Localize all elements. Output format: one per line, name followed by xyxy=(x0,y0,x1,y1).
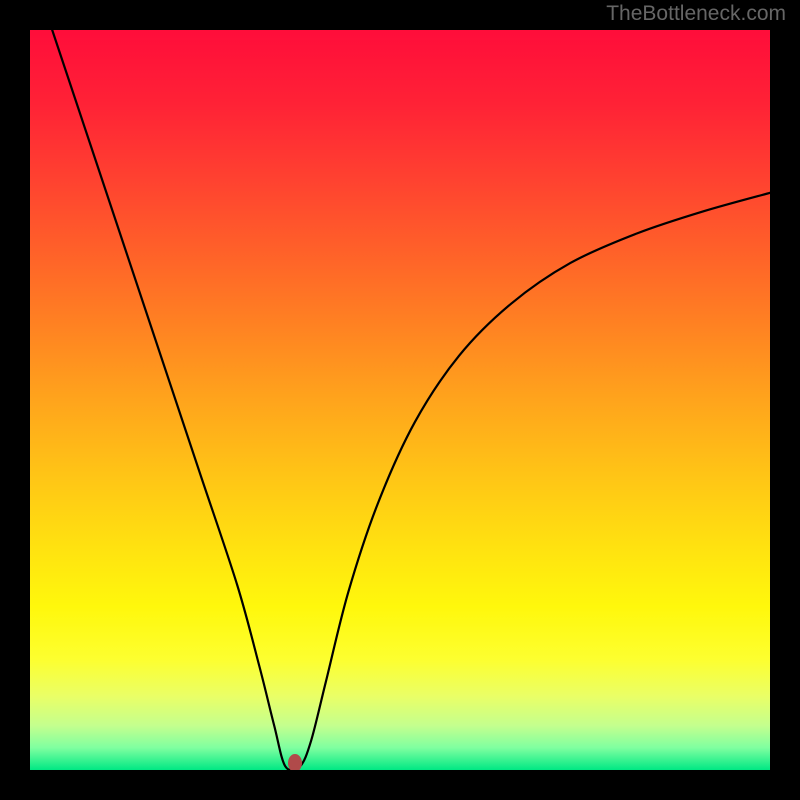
plot-area xyxy=(30,30,770,770)
bottleneck-curve xyxy=(30,30,770,770)
attribution-text: TheBottleneck.com xyxy=(606,2,786,26)
optimum-marker xyxy=(288,754,302,770)
